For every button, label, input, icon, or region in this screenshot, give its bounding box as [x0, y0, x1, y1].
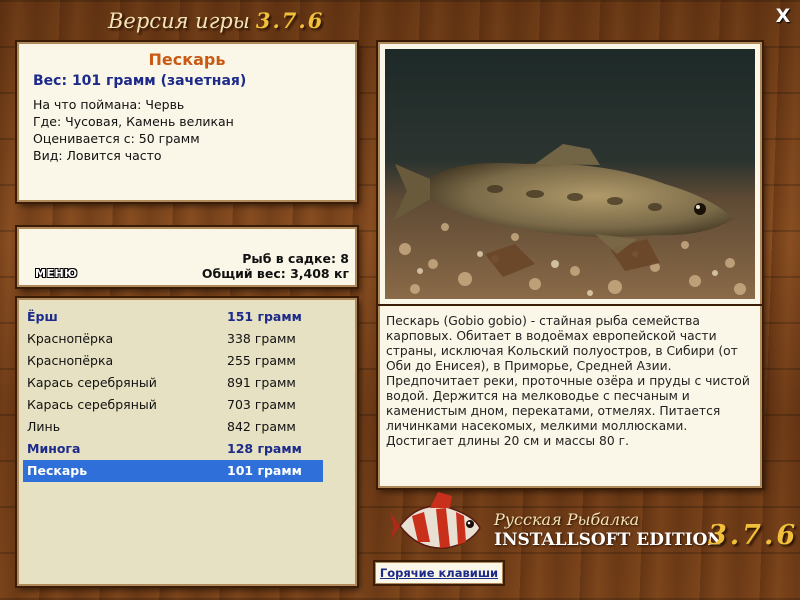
list-item[interactable]: Минога 128 грамм — [23, 438, 323, 460]
list-item-weight: 128 грамм — [227, 441, 302, 456]
logo-edition: INSTALLSOFT EDITION — [494, 530, 723, 550]
hotkeys-link[interactable]: Горячие клавиши — [375, 562, 503, 584]
list-item-weight: 255 грамм — [227, 353, 296, 368]
catch-stats-panel: МЕНЮ Рыб в садке: 8 Общий вес: 3,408 кг — [17, 227, 357, 287]
menu-button[interactable]: МЕНЮ — [35, 267, 78, 280]
fish-info-panel: Пескарь Вес: 101 грамм (зачетная) На что… — [17, 42, 357, 202]
list-item[interactable]: Линь 842 грамм — [23, 416, 323, 438]
fish-weight: Вес: 101 грамм (зачетная) — [33, 73, 247, 89]
list-item-name: Линь — [27, 419, 61, 434]
catch-list: Ёрш 151 грамм Краснопёрка 338 грамм Крас… — [17, 298, 357, 586]
list-item[interactable]: Краснопёрка 255 грамм — [23, 350, 323, 372]
list-item[interactable]: Карась серебряный 703 грамм — [23, 394, 323, 416]
list-item[interactable]: Ёрш 151 грамм — [23, 306, 323, 328]
fish-photo — [385, 49, 755, 299]
fish-description: Пескарь (Gobio gobio) - стайная рыба сем… — [386, 314, 750, 448]
list-item[interactable]: Карась серебряный 891 грамм — [23, 372, 323, 394]
list-item-name: Карась серебряный — [27, 397, 157, 412]
total-weight: Общий вес: 3,408 кг — [201, 266, 349, 281]
fish-frequency: Вид: Ловится часто — [33, 148, 162, 163]
list-item-name: Краснопёрка — [27, 353, 114, 368]
title-text: Версия игры — [108, 9, 250, 33]
logo-version: 3.7.6 — [708, 520, 799, 551]
list-item-name: Ёрш — [27, 309, 58, 324]
list-item-weight: 703 грамм — [227, 397, 296, 412]
list-item-name: Краснопёрка — [27, 331, 114, 346]
list-item-name: Пескарь — [27, 463, 88, 478]
description-panel: Пескарь (Gobio gobio) - стайная рыба сем… — [378, 306, 762, 488]
logo: Русская Рыбалка INSTALLSOFT EDITION 3.7.… — [390, 490, 795, 562]
fish-name: Пескарь — [148, 50, 226, 69]
list-item-weight: 151 грамм — [227, 309, 302, 324]
list-item-name: Минога — [27, 441, 81, 456]
close-button[interactable]: X — [773, 6, 793, 26]
logo-title: Русская Рыбалка — [494, 510, 640, 529]
stats-text: Рыб в садке: 8 Общий вес: 3,408 кг — [202, 251, 349, 281]
title-version: 3.7.6 — [255, 8, 325, 33]
fish-count: Рыб в садке: 8 — [242, 251, 349, 266]
fish-bait: На что поймана: Червь — [33, 97, 185, 112]
list-item-selected[interactable]: Пескарь 101 грамм — [23, 460, 323, 482]
fish-details: На что поймана: Червь Где: Чусовая, Каме… — [33, 97, 341, 164]
fish-logo-icon — [390, 492, 481, 549]
list-item-weight: 101 грамм — [227, 463, 302, 478]
window-title: Версия игры 3.7.6 — [108, 8, 324, 33]
list-item-weight: 891 грамм — [227, 375, 296, 390]
fish-photo-panel — [378, 42, 762, 306]
list-item-weight: 842 грамм — [227, 419, 296, 434]
list-item-name: Карась серебряный — [27, 375, 157, 390]
fish-location: Где: Чусовая, Камень великан — [33, 114, 234, 129]
fish-min-weight: Оценивается с: 50 грамм — [33, 131, 200, 146]
list-item[interactable]: Краснопёрка 338 грамм — [23, 328, 323, 350]
list-item-weight: 338 грамм — [227, 331, 296, 346]
